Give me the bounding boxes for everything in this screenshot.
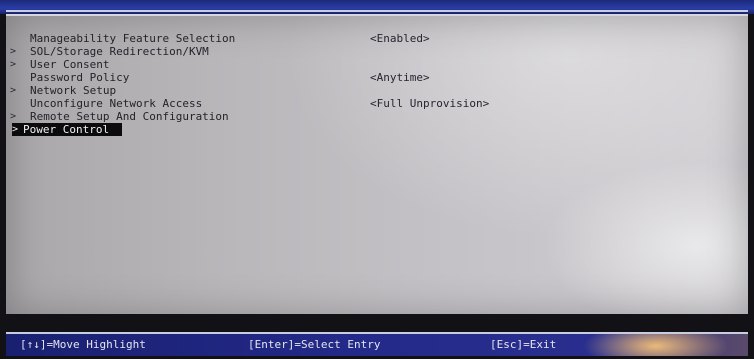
submenu-arrow-icon: >	[12, 123, 22, 136]
help-bar: [↑↓]=Move Highlight [Enter]=Select Entry…	[6, 332, 748, 356]
menu-list: Manageability Feature Selection <Enabled…	[6, 32, 748, 136]
menu-item-manageability-feature-selection[interactable]: Manageability Feature Selection <Enabled…	[6, 32, 748, 45]
top-divider	[6, 10, 748, 12]
menu-item-remote-setup-and-configuration[interactable]: > Remote Setup And Configuration	[6, 110, 748, 123]
menu-item-label: Remote Setup And Configuration	[30, 110, 229, 123]
menu-item-label: User Consent	[30, 58, 110, 71]
submenu-arrow-icon: >	[10, 85, 17, 96]
menu-item-value[interactable]: <Enabled>	[370, 32, 430, 45]
menu-item-power-control[interactable]: > Power Control	[6, 123, 748, 136]
menu-item-password-policy[interactable]: Password Policy <Anytime>	[6, 71, 748, 84]
submenu-arrow-icon: >	[10, 111, 17, 122]
menu-item-label: Manageability Feature Selection	[30, 32, 236, 45]
help-move-highlight: [↑↓]=Move Highlight	[20, 338, 146, 351]
top-title-bar	[0, 0, 754, 14]
help-exit: [Esc]=Exit	[490, 338, 557, 351]
menu-item-value[interactable]: <Anytime>	[370, 71, 430, 84]
menu-item-label: Power Control	[22, 123, 122, 136]
bottom-area: [↑↓]=Move Highlight [Enter]=Select Entry…	[0, 314, 754, 359]
menu-item-label: Password Policy	[30, 71, 130, 84]
menu-item-user-consent[interactable]: > User Consent	[6, 58, 748, 71]
menu-item-unconfigure-network-access[interactable]: Unconfigure Network Access <Full Unprovi…	[6, 97, 748, 110]
menu-item-label: Unconfigure Network Access	[30, 97, 203, 110]
submenu-arrow-icon: >	[10, 59, 17, 70]
setup-panel: Manageability Feature Selection <Enabled…	[6, 14, 748, 316]
menu-item-network-setup[interactable]: > Network Setup	[6, 84, 748, 97]
menu-item-value[interactable]: <Full Unprovision>	[370, 97, 489, 110]
help-select-entry: [Enter]=Select Entry	[248, 338, 381, 351]
menu-item-sol-storage-redirection-kvm[interactable]: > SOL/Storage Redirection/KVM	[6, 45, 748, 58]
menu-item-label: SOL/Storage Redirection/KVM	[30, 45, 209, 58]
submenu-arrow-icon: >	[10, 46, 17, 57]
bios-screen: Manageability Feature Selection <Enabled…	[0, 0, 754, 359]
menu-item-label: Network Setup	[30, 84, 117, 97]
